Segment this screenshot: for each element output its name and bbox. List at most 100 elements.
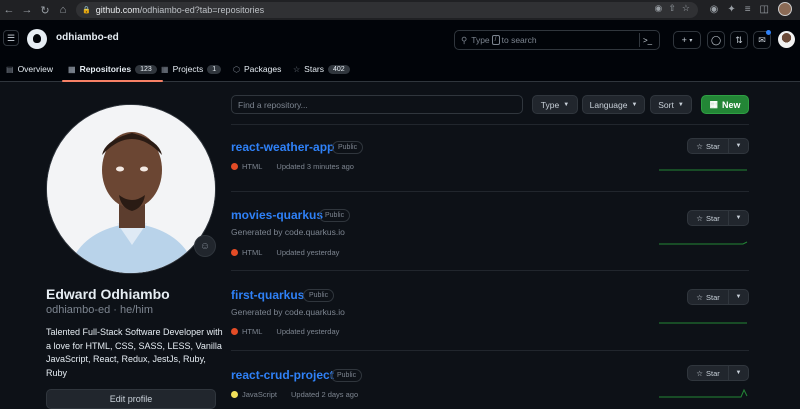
divider [231,124,749,125]
star-button[interactable]: ☆ Star [687,210,729,226]
create-new-button[interactable]: + ▾ [673,31,701,49]
set-status-smiley-icon[interactable]: ☺ [194,235,216,257]
star-icon: ☆ [696,292,703,302]
tab-repositories[interactable]: ▦ Repositories 123 [62,58,163,82]
side-panel-icon[interactable]: ◫ [760,4,769,15]
list-item: movies-quarkus Public Generated by code.… [231,208,749,258]
activity-sparkline [659,388,748,398]
chevron-down-icon[interactable]: ▼ [729,138,749,154]
tab-packages[interactable]: ⬡ Packages [227,58,287,80]
repo-name-link[interactable]: react-weather-app [231,140,334,154]
forward-arrow-icon[interactable]: → [18,0,36,20]
filter-label: Language [589,99,628,110]
issues-icon[interactable]: ◯ [707,31,725,49]
search-input[interactable]: ⚲ Type / to search >_ [454,30,660,50]
visibility-badge: Public [331,369,363,382]
star-icon: ☆ [293,64,301,74]
divider [231,191,749,192]
star-icon: ☆ [696,368,703,378]
find-repository-input[interactable]: Find a repository... [231,95,523,114]
activity-sparkline [659,322,747,324]
github-logo-icon[interactable] [27,29,47,49]
google-lens-icon[interactable]: ◉ [655,3,663,14]
star-label: Star [705,368,720,378]
tab-counter: 402 [328,64,350,74]
tab-label: Overview [17,64,53,74]
star-icon: ☆ [696,141,703,151]
star-label: Star [705,292,720,302]
tab-label: Repositories [79,64,132,74]
menu-icon[interactable]: ☰ [3,30,19,46]
command-palette-icon[interactable]: >_ [639,33,655,47]
url-host: github.com [95,5,140,15]
repo-name-link[interactable]: react-crud-project [231,368,334,382]
repo-description: Generated by code.quarkus.io [231,307,345,317]
header-username[interactable]: odhiambo-ed [56,32,119,43]
star-label: Star [705,213,720,223]
bookmark-star-icon[interactable]: ☆ [682,3,690,14]
tab-counter: 1 [207,64,222,74]
repo-name-link[interactable]: movies-quarkus [231,208,323,222]
repo-meta: HTML Updated yesterday [231,327,339,336]
edit-profile-button[interactable]: Edit profile [46,389,216,409]
chevron-down-icon[interactable]: ▼ [729,210,749,226]
chevron-down-icon[interactable]: ▼ [729,365,749,381]
tab-label: Projects [172,64,204,74]
search-icon: ⚲ [461,34,468,45]
repo-description: Generated by code.quarkus.io [231,227,345,237]
visibility-badge: Public [319,209,351,222]
star-button[interactable]: ☆ Star [687,138,729,154]
book-icon: ▤ [6,64,14,74]
tab-counter: 123 [135,64,157,74]
star-button[interactable]: ☆ Star [687,289,729,305]
repo-language: HTML [242,162,263,171]
reload-icon[interactable]: ↻ [36,0,54,20]
tab-stars[interactable]: ☆ Stars 402 [287,58,356,80]
tab-projects[interactable]: ▦ Projects 1 [155,58,227,80]
address-bar[interactable]: 🔒 github.com/odhiambo-ed?tab=repositorie… [76,2,698,18]
repo-language: JavaScript [242,390,278,399]
language-filter-button[interactable]: Language ▼ [582,95,645,114]
filter-label: Type [540,99,560,110]
repo-language: HTML [242,248,263,257]
home-icon[interactable]: ⌂ [54,0,72,20]
extension-icon[interactable]: ◉ [710,4,719,15]
list-item: react-crud-project Public JavaScript Upd… [231,365,749,404]
repo-updated: Updated yesterday [276,248,340,257]
back-arrow-icon[interactable]: ← [0,0,18,20]
sort-filter-button[interactable]: Sort ▼ [650,95,692,114]
puzzle-icon[interactable]: ✦ [727,4,735,15]
type-filter-button[interactable]: Type ▼ [532,95,578,114]
language-color-dot [231,249,238,256]
language-color-dot [231,163,238,170]
tab-overview[interactable]: ▤ Overview [0,58,59,80]
table-icon: ▦ [161,64,169,74]
lock-icon: 🔒 [82,7,91,14]
user-avatar[interactable] [778,31,795,48]
repo-meta: HTML Updated 3 minutes ago [231,162,354,171]
profile-avatar[interactable] [46,104,216,274]
repo-meta: HTML Updated yesterday [231,248,339,257]
new-repository-button[interactable]: ▦ New [701,95,749,114]
repo-name-link[interactable]: first-quarkus [231,288,304,302]
profile-tabs: ▤ Overview ▦ Repositories 123 ▦ Projects… [0,58,800,82]
profile-login-line: odhiambo-ed · he/him [46,304,154,316]
browser-profile-avatar[interactable] [778,2,792,16]
divider [231,270,749,271]
pull-requests-icon[interactable]: ⇅ [730,31,748,49]
divider [231,350,749,351]
plus-icon: + [681,35,687,45]
chevron-down-icon[interactable]: ▼ [729,289,749,305]
github-header: ☰ odhiambo-ed ⚲ Type / to search >_ + ▾ … [0,20,800,58]
list-item: react-weather-app Public HTML Updated 3 … [231,138,749,180]
repo-plus-icon: ▦ [709,99,718,109]
star-button-group: ☆ Star ▼ [687,289,749,305]
star-button[interactable]: ☆ Star [687,365,729,381]
star-button-group: ☆ Star ▼ [687,210,749,226]
search-suffix: to search [501,35,537,45]
star-icon: ☆ [696,213,703,223]
language-color-dot [231,391,238,398]
share-icon[interactable]: ⇧ [668,3,676,14]
reading-list-icon[interactable]: ≡ [745,4,751,15]
browser-toolbar: ← → ↻ ⌂ 🔒 github.com/odhiambo-ed?tab=rep… [0,0,800,20]
